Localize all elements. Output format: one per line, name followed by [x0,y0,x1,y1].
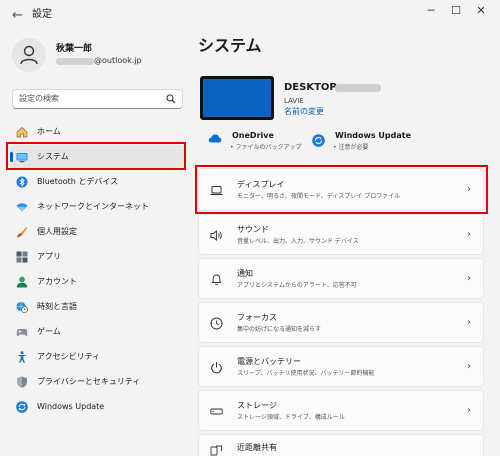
chevron-right-icon: › [467,361,471,372]
monitor-icon [16,153,28,163]
windows-update-status: • 注意が必要 [333,144,369,151]
apps-icon [16,251,28,263]
sidebar-item-time-language[interactable]: 時刻と言語 [10,295,184,319]
card-description: 音量レベル、出力、入力、サウンド デバイス [237,238,359,245]
sync-icon [16,401,28,413]
card-sound[interactable]: サウンド 音量レベル、出力、入力、サウンド デバイス › [198,214,484,255]
person-icon [20,45,38,65]
sidebar-item-windows-update[interactable]: Windows Update [10,395,184,419]
avatar[interactable] [12,38,46,72]
accessibility-icon [17,351,27,363]
device-model: LAVIE [284,97,304,105]
chevron-right-icon: › [467,229,471,240]
share-icon [210,445,222,456]
sidebar-item-personalization[interactable]: 個人用設定 [10,220,184,244]
device-name-redacted [335,84,381,92]
speaker-icon [210,230,222,241]
brush-icon [17,227,28,238]
card-description: ストレージ領域、ドライブ、構成ルール [237,414,345,421]
sidebar-item-bluetooth[interactable]: Bluetooth とデバイス [10,170,184,194]
back-arrow-icon[interactable]: ← [12,9,23,22]
sidebar-item-label: システム [37,152,69,161]
minimize-icon[interactable]: ─ [420,3,442,19]
device-name: DESKTOP- [284,82,341,93]
sidebar-item-label: アカウント [37,277,77,286]
onedrive-status-text: ファイルのバックアップ [235,144,302,151]
card-description: アプリとシステムからのアラート、応答不可 [237,282,357,289]
onedrive-title[interactable]: OneDrive [232,131,274,141]
sidebar-item-label: ホーム [37,127,61,136]
chevron-right-icon: › [467,273,471,284]
user-email: @outlook.jp [94,56,142,65]
sidebar-item-home[interactable]: ホーム [10,120,184,144]
bell-icon [211,274,222,285]
card-title: サウンド [237,225,269,234]
sidebar-item-label: アプリ [37,252,61,261]
sidebar-item-label: アクセシビリティ [37,352,101,361]
shield-icon [17,376,27,388]
card-title: 電源とバッテリー [237,357,301,366]
power-icon [211,362,222,374]
card-notifications[interactable]: 通知 アプリとシステムからのアラート、応答不可 › [198,258,484,299]
person-icon [16,276,28,288]
rename-link[interactable]: 名前の変更 [284,107,324,117]
maximize-icon[interactable]: ☐ [445,3,467,19]
home-icon [16,127,28,138]
page-title: システム [198,36,262,55]
sync-icon [312,134,325,147]
chevron-right-icon: › [467,405,471,416]
storage-icon [210,408,223,415]
focus-icon [210,317,223,330]
user-name: 秋葉一郎 [56,44,93,54]
windows-update-status-text: 注意が必要 [338,144,369,151]
search-icon [166,94,176,104]
gamepad-icon [16,329,28,336]
sidebar-item-accessibility[interactable]: アクセシビリティ [10,345,184,369]
sidebar-item-label: ネットワークとインターネット [37,202,149,211]
card-title: フォーカス [237,313,277,322]
card-nearby-sharing[interactable]: 近距離共有 [198,434,484,456]
chevron-right-icon: › [467,317,471,328]
search-input[interactable]: 設定の検索 [12,89,183,109]
card-title: 通知 [237,269,253,278]
sidebar-item-network[interactable]: ネットワークとインターネット [10,195,184,219]
wifi-icon [16,203,28,212]
sidebar-item-label: Windows Update [37,402,105,411]
cloud-icon [208,134,222,143]
card-focus[interactable]: フォーカス 集中の妨げになる通知を減らす › [198,302,484,343]
sidebar-item-label: Bluetooth とデバイス [37,177,119,186]
sidebar-item-privacy[interactable]: プライバシーとセキュリティ [10,370,184,394]
card-description: モニター、明るさ、夜間モード、ディスプレイ プロファイル [237,193,401,200]
search-placeholder: 設定の検索 [19,94,59,103]
card-power-battery[interactable]: 電源とバッテリー スリープ、バッテリ使用状況、バッテリー節約機能 › [198,346,484,387]
chevron-right-icon: › [467,184,471,195]
sidebar-item-gaming[interactable]: ゲーム [10,320,184,344]
sidebar: 秋葉一郎 @outlook.jp 設定の検索 ホーム システム Bluetoot… [0,30,192,456]
title-bar: ← 設定 ─ ☐ ✕ [0,0,500,30]
card-title: ディスプレイ [237,180,285,189]
device-image [200,76,274,120]
sidebar-item-label: 時刻と言語 [37,302,77,311]
onedrive-status: • ファイルのバックアップ [230,144,302,151]
card-display[interactable]: ディスプレイ モニター、明るさ、夜間モード、ディスプレイ プロファイル › [198,168,484,211]
email-redacted [56,58,94,65]
bluetooth-icon [16,176,28,188]
laptop-icon [210,186,223,196]
card-storage[interactable]: ストレージ ストレージ領域、ドライブ、構成ルール › [198,390,484,431]
sidebar-item-label: プライバシーとセキュリティ [37,377,141,386]
card-description: 集中の妨げになる通知を減らす [237,326,321,333]
card-title: ストレージ [237,401,277,410]
sidebar-item-label: ゲーム [37,327,61,336]
card-title: 近距離共有 [237,443,277,452]
window-title: 設定 [32,9,52,20]
sidebar-item-accounts[interactable]: アカウント [10,270,184,294]
globe-clock-icon [16,301,28,313]
sidebar-item-apps[interactable]: アプリ [10,245,184,269]
windows-update-title[interactable]: Windows Update [335,131,411,141]
selection-indicator [10,152,13,162]
card-description: スリープ、バッテリ使用状況、バッテリー節約機能 [237,370,375,377]
close-icon[interactable]: ✕ [470,3,492,19]
sidebar-item-system[interactable]: システム [10,145,184,169]
sidebar-item-label: 個人用設定 [37,227,77,236]
